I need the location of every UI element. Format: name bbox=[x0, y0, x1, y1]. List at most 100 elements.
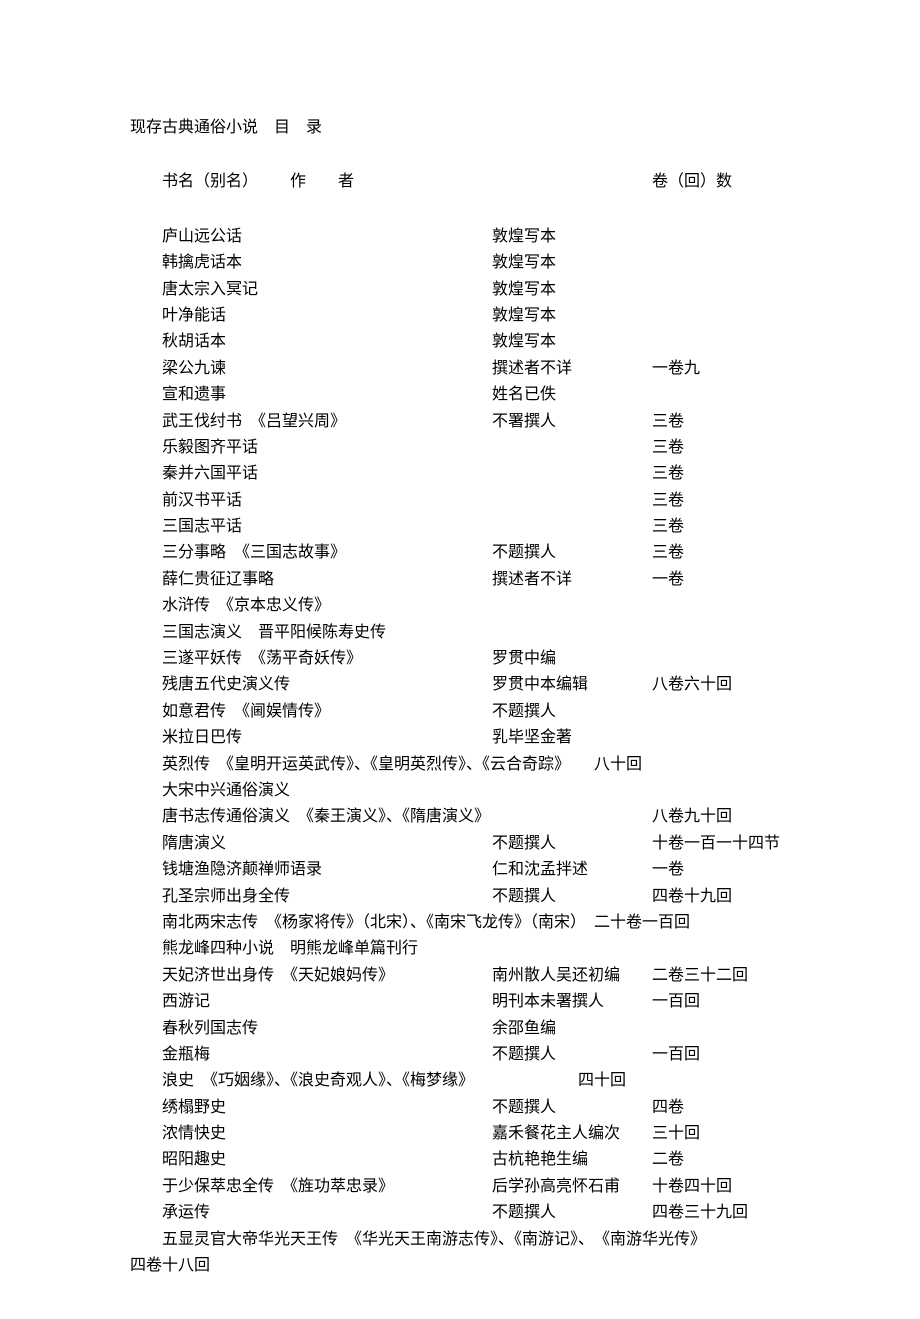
book-title: 钱塘渔隐济颠禅师语录 bbox=[162, 857, 492, 883]
book-title: 三国志平话 bbox=[162, 514, 492, 540]
table-row: 三遂平妖传 《荡平奇妖传》罗贯中编 bbox=[130, 646, 820, 672]
book-title: 唐书志传通俗演义 《秦王演义》、《隋唐演义》 bbox=[162, 804, 492, 830]
book-title: 三遂平妖传 《荡平奇妖传》 bbox=[162, 646, 492, 672]
book-title: 于少保萃忠全传 《旌功萃忠录》 bbox=[162, 1174, 492, 1200]
book-title: 水浒传 《京本忠义传》 bbox=[162, 593, 492, 619]
book-title: 宣和遗事 bbox=[162, 382, 492, 408]
header-volume: 卷（回）数 bbox=[652, 169, 820, 195]
book-author: 罗贯中编 bbox=[492, 646, 652, 672]
table-row: 韩擒虎话本敦煌写本 bbox=[130, 250, 820, 276]
table-row-full: 浪史 《巧姻缘》、《浪史奇观人》、《梅梦缘》 四十回 bbox=[130, 1068, 820, 1094]
table-row: 唐太宗入冥记敦煌写本 bbox=[130, 277, 820, 303]
book-title: 浓情快史 bbox=[162, 1121, 492, 1147]
book-title: 如意君传 《阃娱情传》 bbox=[162, 699, 492, 725]
book-volume: 一卷九 bbox=[652, 356, 820, 382]
table-row-full: 英烈传 《皇明开运英武传》、《皇明英烈传》、《云合奇踪》 八十回 bbox=[130, 752, 820, 778]
book-volume: 一百回 bbox=[652, 989, 820, 1015]
table-row: 孔圣宗师出身全传不题撰人四卷十九回 bbox=[130, 884, 820, 910]
book-title: 武王伐纣书 《吕望兴周》 bbox=[162, 409, 492, 435]
book-author: 明刊本未署撰人 bbox=[492, 989, 652, 1015]
book-title: 三国志演义 晋平阳候陈寿史传 bbox=[162, 620, 492, 646]
book-volume: 三卷 bbox=[652, 409, 820, 435]
book-author: 敦煌写本 bbox=[492, 250, 652, 276]
book-title: 叶净能话 bbox=[162, 303, 492, 329]
table-header: 书名（别名）作 者 卷（回）数 bbox=[130, 169, 820, 195]
table-row-full: 南北两宋志传 《杨家将传》（北宋）、《南宋飞龙传》（南宋） 二十卷一百回 bbox=[130, 910, 820, 936]
table-row: 钱塘渔隐济颠禅师语录仁和沈孟拌述一卷 bbox=[130, 857, 820, 883]
book-volume: 三卷 bbox=[652, 461, 820, 487]
book-author: 乳毕坚金著 bbox=[492, 725, 652, 751]
book-volume: 二卷三十二回 bbox=[652, 963, 820, 989]
table-row: 米拉日巴传乳毕坚金著 bbox=[130, 725, 820, 751]
book-volume: 四卷 bbox=[652, 1095, 820, 1121]
table-row: 大宋中兴通俗演义 bbox=[130, 778, 820, 804]
book-title: 薛仁贵征辽事略 bbox=[162, 567, 492, 593]
book-volume: 一卷 bbox=[652, 567, 820, 593]
book-title: 孔圣宗师出身全传 bbox=[162, 884, 492, 910]
table-row: 如意君传 《阃娱情传》不题撰人 bbox=[130, 699, 820, 725]
book-author: 罗贯中本编辑 bbox=[492, 672, 652, 698]
header-author: 作 者 bbox=[290, 173, 354, 190]
book-volume: 八卷六十回 bbox=[652, 672, 820, 698]
book-author: 不题撰人 bbox=[492, 884, 652, 910]
table-row: 三分事略 《三国志故事》不题撰人三卷 bbox=[130, 540, 820, 566]
book-title: 米拉日巴传 bbox=[162, 725, 492, 751]
book-volume: 三卷 bbox=[652, 488, 820, 514]
title-suffix: 目 录 bbox=[274, 119, 322, 136]
book-title: 大宋中兴通俗演义 bbox=[162, 778, 492, 804]
table-row: 于少保萃忠全传 《旌功萃忠录》后学孙高亮怀石甫十卷四十回 bbox=[130, 1174, 820, 1200]
book-volume: 二卷 bbox=[652, 1147, 820, 1173]
table-row: 三国志平话 三卷 bbox=[130, 514, 820, 540]
book-title: 隋唐演义 bbox=[162, 831, 492, 857]
book-author: 敦煌写本 bbox=[492, 303, 652, 329]
title-prefix: 现存古典通俗小说 bbox=[130, 119, 258, 136]
book-author: 敦煌写本 bbox=[492, 277, 652, 303]
table-row: 浓情快史嘉禾餐花主人编次三十回 bbox=[130, 1121, 820, 1147]
book-volume: 三卷 bbox=[652, 540, 820, 566]
table-row: 乐毅图齐平话三卷 bbox=[130, 435, 820, 461]
book-title: 乐毅图齐平话 bbox=[162, 435, 492, 461]
book-title: 熊龙峰四种小说 明熊龙峰单篇刊行 bbox=[162, 936, 492, 962]
book-title: 秋胡话本 bbox=[162, 329, 492, 355]
book-title: 韩擒虎话本 bbox=[162, 250, 492, 276]
book-author: 不题撰人 bbox=[492, 1200, 652, 1226]
table-row-full: 五显灵官大帝华光天王传 《华光天王南游志传》、《南游记》、 《南游华光传》 bbox=[130, 1227, 820, 1253]
table-row: 熊龙峰四种小说 明熊龙峰单篇刊行 bbox=[130, 936, 820, 962]
book-author: 撰述者不详 bbox=[492, 356, 652, 382]
book-title: 梁公九谏 bbox=[162, 356, 492, 382]
table-row: 薛仁贵征辽事略撰述者不详一卷 bbox=[130, 567, 820, 593]
book-volume: 一百回 bbox=[652, 1042, 820, 1068]
table-row: 西游记明刊本未署撰人一百回 bbox=[130, 989, 820, 1015]
table-row: 天妃济世出身传 《天妃娘妈传》南州散人吴还初编二卷三十二回 bbox=[130, 963, 820, 989]
table-row: 三国志演义 晋平阳候陈寿史传 bbox=[130, 620, 820, 646]
book-author: 不题撰人 bbox=[492, 831, 652, 857]
book-title: 春秋列国志传 bbox=[162, 1016, 492, 1042]
book-author: 姓名已佚 bbox=[492, 382, 652, 408]
table-row: 春秋列国志传余邵鱼编 bbox=[130, 1016, 820, 1042]
book-title: 残唐五代史演义传 bbox=[162, 672, 492, 698]
table-row: 绣榻野史不题撰人四卷 bbox=[130, 1095, 820, 1121]
book-author: 不题撰人 bbox=[492, 540, 652, 566]
table-row: 秦并六国平话三卷 bbox=[130, 461, 820, 487]
book-volume: 十卷一百一十四节 bbox=[652, 831, 820, 857]
header-title-author: 书名（别名）作 者 bbox=[162, 169, 492, 195]
book-title: 天妃济世出身传 《天妃娘妈传》 bbox=[162, 963, 492, 989]
book-volume: 三十回 bbox=[652, 1121, 820, 1147]
table-row: 秋胡话本敦煌写本 bbox=[130, 329, 820, 355]
book-title: 唐太宗入冥记 bbox=[162, 277, 492, 303]
book-volume: 四卷十九回 bbox=[652, 884, 820, 910]
table-row: 金瓶梅不题撰人一百回 bbox=[130, 1042, 820, 1068]
table-row: 隋唐演义不题撰人十卷一百一十四节 bbox=[130, 831, 820, 857]
book-author: 古杭艳艳生编 bbox=[492, 1147, 652, 1173]
book-author: 嘉禾餐花主人编次 bbox=[492, 1121, 652, 1147]
book-author: 不署撰人 bbox=[492, 409, 652, 435]
book-title: 三分事略 《三国志故事》 bbox=[162, 540, 492, 566]
table-row: 残唐五代史演义传罗贯中本编辑八卷六十回 bbox=[130, 672, 820, 698]
book-volume: 三卷 bbox=[652, 514, 820, 540]
trailing-line: 四卷十八回 bbox=[130, 1253, 820, 1279]
book-author: 敦煌写本 bbox=[492, 329, 652, 355]
book-title: 金瓶梅 bbox=[162, 1042, 492, 1068]
book-volume: 十卷四十回 bbox=[652, 1174, 820, 1200]
book-author: 不题撰人 bbox=[492, 699, 652, 725]
table-row: 叶净能话敦煌写本 bbox=[130, 303, 820, 329]
